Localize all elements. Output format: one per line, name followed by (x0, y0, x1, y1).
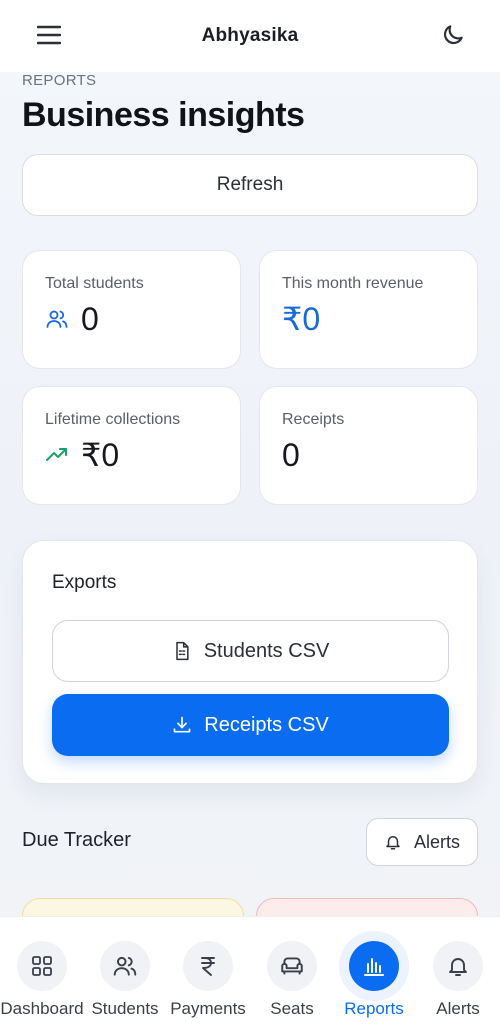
bar-chart-icon (349, 941, 399, 991)
stat-label: Receipts (282, 411, 345, 428)
stat-card-total-students: Total students 0 (22, 250, 241, 369)
due-card-upcoming[interactable] (22, 898, 244, 916)
app-title: Abhyasika (201, 25, 299, 46)
users-icon (45, 306, 71, 332)
due-alerts-button[interactable]: Alerts (366, 818, 478, 866)
nav-label: Alerts (436, 999, 480, 1018)
moon-icon[interactable] (438, 20, 468, 50)
stat-value: ₹0 (81, 437, 120, 473)
main-content: REPORTS Business insights Refresh Total … (0, 72, 500, 916)
bottom-navigation: Dashboard Students Payments Seats Report… (0, 916, 500, 1024)
alerts-button-label: Alerts (413, 831, 460, 852)
nav-item-seats[interactable]: Seats (254, 917, 330, 1024)
bell-icon (433, 941, 483, 991)
students-csv-button[interactable]: Students CSV (52, 620, 449, 682)
stat-card-month-revenue: This month revenue ₹0 (259, 250, 478, 369)
stat-label: Total students (45, 275, 144, 292)
hamburger-menu-icon[interactable] (34, 22, 64, 48)
stat-label: Lifetime collections (45, 411, 181, 428)
nav-item-alerts[interactable]: Alerts (420, 917, 496, 1024)
nav-label: Students (91, 999, 159, 1018)
stat-value: 0 (81, 301, 99, 337)
receipts-csv-button[interactable]: Receipts CSV (52, 694, 449, 756)
trending-up-icon (45, 442, 71, 468)
section-eyebrow: REPORTS (22, 72, 97, 89)
file-spreadsheet-icon (172, 640, 194, 662)
exports-card: Exports Students CSV Receipts CSV (22, 540, 478, 784)
nav-item-reports[interactable]: Reports (336, 917, 412, 1024)
nav-item-students[interactable]: Students (87, 917, 163, 1024)
rupee-icon (183, 941, 233, 991)
users-icon (100, 941, 150, 991)
bell-icon (384, 832, 404, 852)
top-app-bar: Abhyasika (0, 0, 500, 72)
stat-card-receipts: Receipts 0 (259, 386, 478, 505)
students-csv-label: Students CSV (203, 639, 330, 662)
due-card-overdue[interactable] (256, 898, 478, 916)
refresh-button[interactable]: Refresh (22, 154, 478, 216)
due-tracker-title: Due Tracker (22, 829, 131, 851)
sofa-icon (267, 941, 317, 991)
nav-label: Payments (170, 999, 246, 1018)
nav-label: Reports (344, 999, 404, 1018)
dashboard-grid-icon (17, 941, 67, 991)
receipts-csv-label: Receipts CSV (204, 713, 329, 736)
page-title: Business insights (22, 96, 305, 134)
nav-label: Seats (270, 999, 314, 1018)
exports-heading: Exports (52, 572, 117, 593)
stat-label: This month revenue (282, 275, 424, 292)
nav-item-payments[interactable]: Payments (165, 917, 251, 1024)
stat-value: 0 (282, 437, 300, 473)
stat-card-lifetime-collections: Lifetime collections ₹0 (22, 386, 241, 505)
stat-value: ₹0 (282, 301, 321, 337)
nav-label: Dashboard (0, 999, 84, 1018)
download-icon (172, 714, 194, 736)
